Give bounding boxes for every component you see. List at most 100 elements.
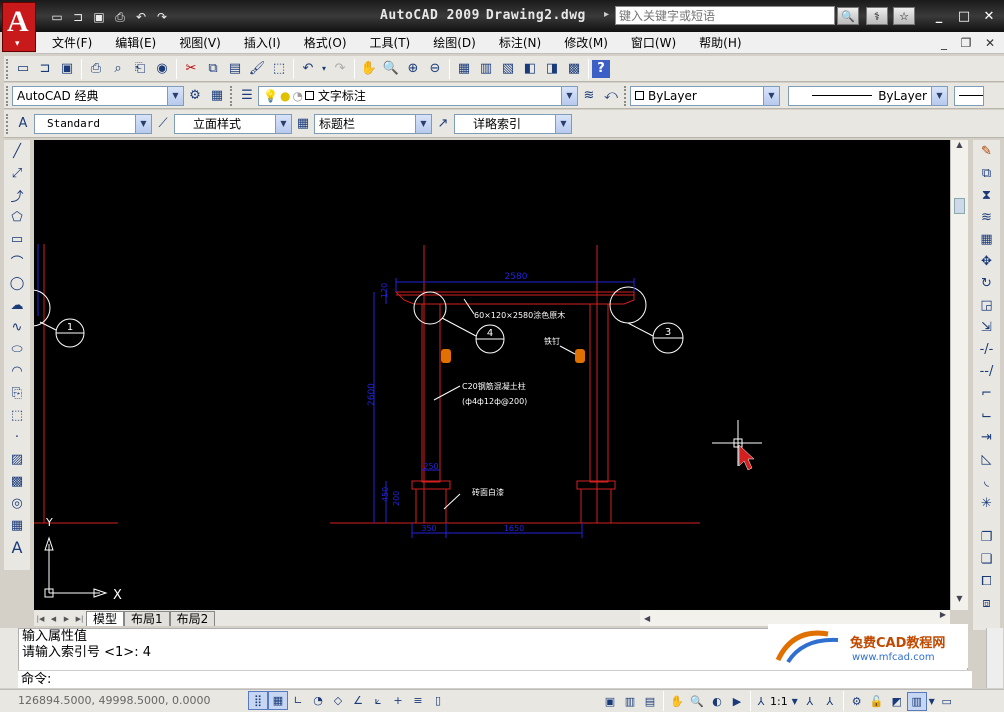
status-tray-settings-icon[interactable]: ▥: [906, 691, 927, 711]
erase-icon[interactable]: ✎: [976, 140, 998, 162]
infocenter-search-input[interactable]: [615, 6, 835, 25]
scale-icon[interactable]: ◲: [976, 294, 998, 316]
menu-window[interactable]: 窗口(W): [631, 34, 676, 51]
dynamic-ucs-icon[interactable]: ⟀: [368, 691, 388, 710]
point-icon[interactable]: ·: [6, 426, 28, 448]
gradient-icon[interactable]: ▩: [6, 470, 28, 492]
plot-preview-icon[interactable]: ⌕: [107, 58, 129, 80]
move-icon[interactable]: ✥: [976, 250, 998, 272]
workspace-select[interactable]: AutoCAD 经典 ▼: [12, 85, 184, 106]
polygon-icon[interactable]: ⬠: [6, 206, 28, 228]
copy-object-icon[interactable]: ⧉: [976, 162, 998, 184]
draw-order-above-icon[interactable]: ⧠: [976, 570, 998, 592]
make-current-layer-icon[interactable]: ≋: [578, 85, 600, 107]
explode-icon[interactable]: ✳: [976, 492, 998, 514]
tool-palettes-icon[interactable]: ▧: [497, 58, 519, 80]
array-icon[interactable]: ▦: [976, 228, 998, 250]
scroll-down-icon[interactable]: ▼: [951, 594, 968, 610]
zoom-status-icon[interactable]: 🔍: [687, 692, 707, 711]
command-prompt-input[interactable]: 命令:: [18, 670, 972, 688]
scroll-up-icon[interactable]: ▲: [951, 140, 968, 156]
doc-close-button[interactable]: ✕: [982, 36, 998, 50]
annotation-scale-icon[interactable]: ⅄: [754, 692, 768, 711]
color-select[interactable]: ByLayer ▼: [630, 85, 780, 106]
multileader-style-select[interactable]: 详略索引 ▼: [454, 113, 572, 134]
menu-file[interactable]: 文件(F): [52, 34, 92, 51]
tab-prev-icon[interactable]: ◀: [47, 612, 60, 626]
menu-view[interactable]: 视图(V): [179, 34, 221, 51]
hatch-icon[interactable]: ▨: [6, 448, 28, 470]
draw-order-front-icon[interactable]: ❐: [976, 526, 998, 548]
pan-icon[interactable]: ✋: [358, 58, 380, 80]
communication-center-icon[interactable]: ⚕: [866, 7, 888, 25]
break-at-point-icon[interactable]: ⌐: [976, 382, 998, 404]
open-icon[interactable]: ⊐: [69, 8, 87, 26]
toolbar-grip[interactable]: [230, 85, 234, 106]
vertical-scrollbar[interactable]: ▲ ▼: [950, 140, 968, 610]
markup-icon[interactable]: ◨: [541, 58, 563, 80]
command-scrollbar[interactable]: [986, 628, 1003, 688]
doc-minimize-button[interactable]: _: [936, 36, 952, 50]
ellipse-arc-icon[interactable]: ◠: [6, 360, 28, 382]
chevron-down-icon[interactable]: ▼: [790, 692, 800, 711]
tab-next-icon[interactable]: ▶: [60, 612, 73, 626]
dim-style-select[interactable]: 立面样式 ▼: [174, 113, 292, 134]
toolbar-grip[interactable]: [624, 85, 628, 106]
table-style-icon[interactable]: ▦: [292, 113, 314, 135]
tab-layout1[interactable]: 布局1: [124, 611, 170, 626]
extend-icon[interactable]: --/: [976, 360, 998, 382]
zoom-realtime-icon[interactable]: 🔍: [380, 58, 402, 80]
toolbar-grip[interactable]: [6, 85, 10, 106]
plot-icon[interactable]: ⎙: [85, 58, 107, 80]
minimize-button[interactable]: _: [930, 8, 948, 24]
chamfer-icon[interactable]: ◺: [976, 448, 998, 470]
chevron-down-icon[interactable]: ▼: [561, 86, 577, 105]
object-snap-icon[interactable]: ◇: [328, 691, 348, 710]
stretch-icon[interactable]: ⇲: [976, 316, 998, 338]
showmotion-icon[interactable]: ▶: [727, 692, 747, 711]
3d-dwf-icon[interactable]: ◉: [151, 58, 173, 80]
scroll-right-icon[interactable]: ▶: [940, 610, 946, 619]
layer-previous-icon[interactable]: ⤺: [600, 85, 622, 107]
steeringwheel-icon[interactable]: ◐: [707, 692, 727, 711]
application-menu-button[interactable]: A ▾: [2, 2, 36, 52]
object-snap-tracking-icon[interactable]: ∠: [348, 691, 368, 710]
search-icon[interactable]: 🔍: [837, 7, 859, 25]
workspace-save-icon[interactable]: ▦: [206, 85, 228, 107]
tab-layout2[interactable]: 布局2: [169, 611, 216, 626]
ortho-mode-icon[interactable]: ∟: [288, 691, 308, 710]
save-icon[interactable]: ▣: [90, 8, 108, 26]
status-menu-icon[interactable]: ▼: [927, 692, 937, 711]
menu-tools[interactable]: 工具(T): [370, 34, 411, 51]
zoom-previous-icon[interactable]: ⊖: [424, 58, 446, 80]
linetype-select[interactable]: ByLayer ▼: [788, 85, 948, 106]
menu-format[interactable]: 格式(O): [304, 34, 347, 51]
table-icon[interactable]: ▦: [6, 514, 28, 536]
scroll-left-icon[interactable]: ◀: [640, 614, 650, 623]
command-window-grip[interactable]: [0, 628, 18, 688]
dim-style-icon[interactable]: ⟋: [152, 113, 174, 135]
close-button[interactable]: ✕: [980, 8, 998, 24]
rotate-icon[interactable]: ↻: [976, 272, 998, 294]
plot-icon[interactable]: ⎙: [111, 8, 129, 26]
chevron-down-icon[interactable]: ▼: [763, 86, 779, 105]
chevron-down-icon[interactable]: ▼: [275, 114, 291, 133]
break-icon[interactable]: ⌙: [976, 404, 998, 426]
block-editor-icon[interactable]: ⬚: [268, 58, 290, 80]
chevron-down-icon[interactable]: ▼: [415, 114, 431, 133]
offset-icon[interactable]: ≋: [976, 206, 998, 228]
auto-scale-icon[interactable]: ⅄: [820, 692, 840, 711]
layer-select[interactable]: 💡 ● ◔ 文字标注 ▼: [258, 85, 578, 106]
undo-dropdown-icon[interactable]: ▾: [319, 58, 329, 80]
undo-icon[interactable]: ↶: [132, 8, 150, 26]
tab-first-icon[interactable]: |◀: [34, 612, 47, 626]
draw-order-back-icon[interactable]: ❏: [976, 548, 998, 570]
save-icon[interactable]: ▣: [56, 58, 78, 80]
quickcalc-icon[interactable]: ▩: [563, 58, 585, 80]
region-icon[interactable]: ◎: [6, 492, 28, 514]
chevron-down-icon[interactable]: ▼: [167, 86, 183, 105]
line-icon[interactable]: ╱: [6, 140, 28, 162]
fillet-icon[interactable]: ◟: [976, 470, 998, 492]
pan-status-icon[interactable]: ✋: [667, 692, 687, 711]
model-space-icon[interactable]: ▣: [600, 692, 620, 711]
